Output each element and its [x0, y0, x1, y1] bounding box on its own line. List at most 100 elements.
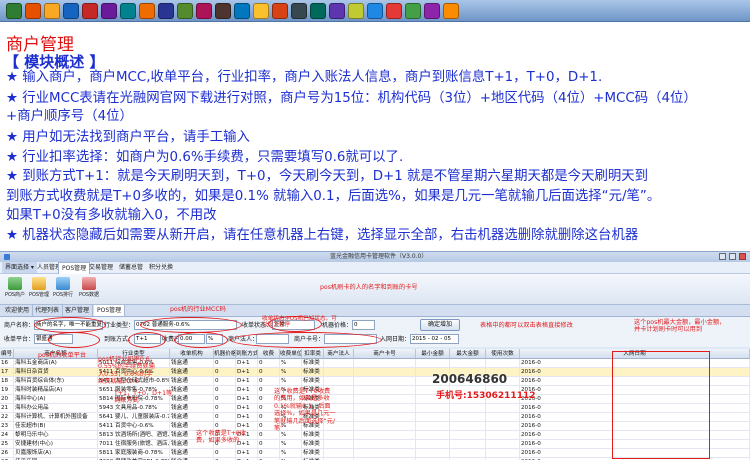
table-cell[interactable] [486, 449, 520, 458]
table-cell[interactable]: 标准类 [302, 368, 324, 377]
tab-welcome[interactable]: 欢迎使用 [2, 305, 34, 316]
table-cell[interactable]: % [280, 359, 302, 368]
table-cell[interactable] [354, 377, 416, 386]
taskbar-app-icon[interactable] [367, 2, 383, 19]
menu-tab-ui[interactable]: 界面选择 ▾ [2, 262, 37, 273]
table-cell[interactable] [450, 404, 486, 413]
column-header[interactable]: 编号 [0, 349, 14, 359]
taskbar-app-icon[interactable] [310, 2, 326, 19]
table-cell[interactable] [486, 359, 520, 368]
table-cell[interactable]: D+1 [236, 386, 258, 395]
table-cell[interactable]: 标准类 [302, 449, 324, 458]
column-header[interactable]: 收费单位 [280, 349, 302, 359]
table-cell[interactable]: 20 [0, 395, 14, 404]
taskbar-app-icon[interactable] [158, 2, 174, 19]
table-cell[interactable]: 0 [214, 377, 236, 386]
table-cell[interactable] [324, 449, 354, 458]
table-cell[interactable]: D+1 [236, 449, 258, 458]
table-cell[interactable] [354, 449, 416, 458]
table-cell[interactable] [486, 413, 520, 422]
taskbar-app-icon[interactable] [82, 2, 98, 19]
table-cell[interactable]: 23 [0, 422, 14, 431]
table-cell[interactable] [450, 422, 486, 431]
table-cell[interactable]: 海科中心(A) [14, 395, 98, 404]
table-cell[interactable] [416, 422, 450, 431]
table-cell[interactable] [450, 359, 486, 368]
taskbar-app-icon[interactable] [405, 2, 421, 19]
table-cell[interactable]: % [280, 449, 302, 458]
column-header[interactable]: 扣率类 [302, 349, 324, 359]
table-cell[interactable]: 钱盒通 [170, 449, 214, 458]
tab-agents[interactable]: 代理列表 [32, 305, 64, 316]
table-cell[interactable]: 标准类 [302, 359, 324, 368]
table-cell[interactable]: 海科日杂百货 [14, 368, 98, 377]
table-cell[interactable]: 26 [0, 449, 14, 458]
column-header[interactable]: 最大金额 [450, 349, 486, 359]
table-cell[interactable]: 钱盒通 [170, 359, 214, 368]
table-cell[interactable] [450, 440, 486, 449]
taskbar-app-icon[interactable] [348, 2, 364, 19]
tab-customers[interactable]: 客户管理 [62, 305, 94, 316]
table-cell[interactable] [486, 440, 520, 449]
menu-tab-trade[interactable]: 交易管理 [86, 262, 116, 273]
taskbar-app-icon[interactable] [101, 2, 117, 19]
table-cell[interactable]: D+1 [236, 404, 258, 413]
table-cell[interactable]: 0 [258, 359, 280, 368]
column-header[interactable]: 收费 [258, 349, 280, 359]
taskbar-app-icon[interactable] [44, 2, 60, 19]
taskbar-app-icon[interactable] [139, 2, 155, 19]
table-cell[interactable]: 24 [0, 431, 14, 440]
taskbar-app-icon[interactable] [215, 2, 231, 19]
taskbar-app-icon[interactable] [291, 2, 307, 19]
pos-merchant-button[interactable]: POS商户 [4, 276, 26, 302]
table-cell[interactable]: D+1 [236, 368, 258, 377]
pos-rank-button[interactable]: POS排行 [52, 276, 74, 302]
table-cell[interactable]: 7011 住宿服务(旅馆、酒店、汽车旅馆...) [98, 440, 170, 449]
column-header[interactable]: 机器价格 [214, 349, 236, 359]
table-cell[interactable] [416, 404, 450, 413]
table-cell[interactable]: D+1 [236, 377, 258, 386]
table-cell[interactable]: 钱盒通 [170, 377, 214, 386]
taskbar-app-icon[interactable] [6, 2, 22, 19]
table-cell[interactable]: 5411 百货中心-0.6% [98, 422, 170, 431]
confirm-add-button[interactable]: 确定增加 [420, 319, 460, 331]
table-cell[interactable]: 0 [214, 368, 236, 377]
table-cell[interactable]: 0 [258, 377, 280, 386]
pos-data-button[interactable]: POS数据 [76, 276, 102, 302]
table-cell[interactable]: 0 [258, 368, 280, 377]
table-cell[interactable]: 钱盒通 [170, 413, 214, 422]
table-cell[interactable] [354, 395, 416, 404]
table-cell[interactable]: D+1 [236, 359, 258, 368]
menu-tab-saving[interactable]: 储蓄总管 [116, 262, 146, 273]
table-cell[interactable] [354, 440, 416, 449]
tab-pos-manage[interactable]: POS管理 [94, 305, 126, 316]
column-header[interactable]: 商户卡号 [354, 349, 416, 359]
table-cell[interactable]: D+1 [236, 395, 258, 404]
table-cell[interactable] [354, 413, 416, 422]
column-header[interactable]: 商户法人 [324, 349, 354, 359]
column-header[interactable]: 收单机构 [170, 349, 214, 359]
taskbar-app-icon[interactable] [443, 2, 459, 19]
date-picker[interactable]: 2015 - 02 - 05 [410, 334, 459, 344]
table-cell[interactable] [354, 422, 416, 431]
table-cell[interactable] [416, 413, 450, 422]
table-cell[interactable] [416, 440, 450, 449]
column-header[interactable]: 到账方式 [236, 349, 258, 359]
table-cell[interactable] [354, 368, 416, 377]
table-cell[interactable]: D+1 [236, 413, 258, 422]
menu-tab-points[interactable]: 积分兑换 [146, 262, 176, 273]
table-cell[interactable]: 钱盒通 [170, 386, 214, 395]
table-cell[interactable] [354, 404, 416, 413]
table-cell[interactable]: 5641 婴儿、儿童服装店-0.78% [98, 413, 170, 422]
table-cell[interactable]: 安捷建材(中心) [14, 440, 98, 449]
price-input[interactable]: 0 [352, 320, 375, 330]
table-cell[interactable] [450, 431, 486, 440]
table-cell[interactable]: 17 [0, 368, 14, 377]
table-cell[interactable]: 0 [258, 449, 280, 458]
table-cell[interactable]: 0 [214, 359, 236, 368]
table-cell[interactable]: 贝嘉服饰店(A) [14, 449, 98, 458]
table-cell[interactable]: 佳宏超市(B) [14, 422, 98, 431]
table-cell[interactable]: 钱盒通 [170, 404, 214, 413]
taskbar-app-icon[interactable] [63, 2, 79, 19]
table-cell[interactable]: 0 [214, 395, 236, 404]
